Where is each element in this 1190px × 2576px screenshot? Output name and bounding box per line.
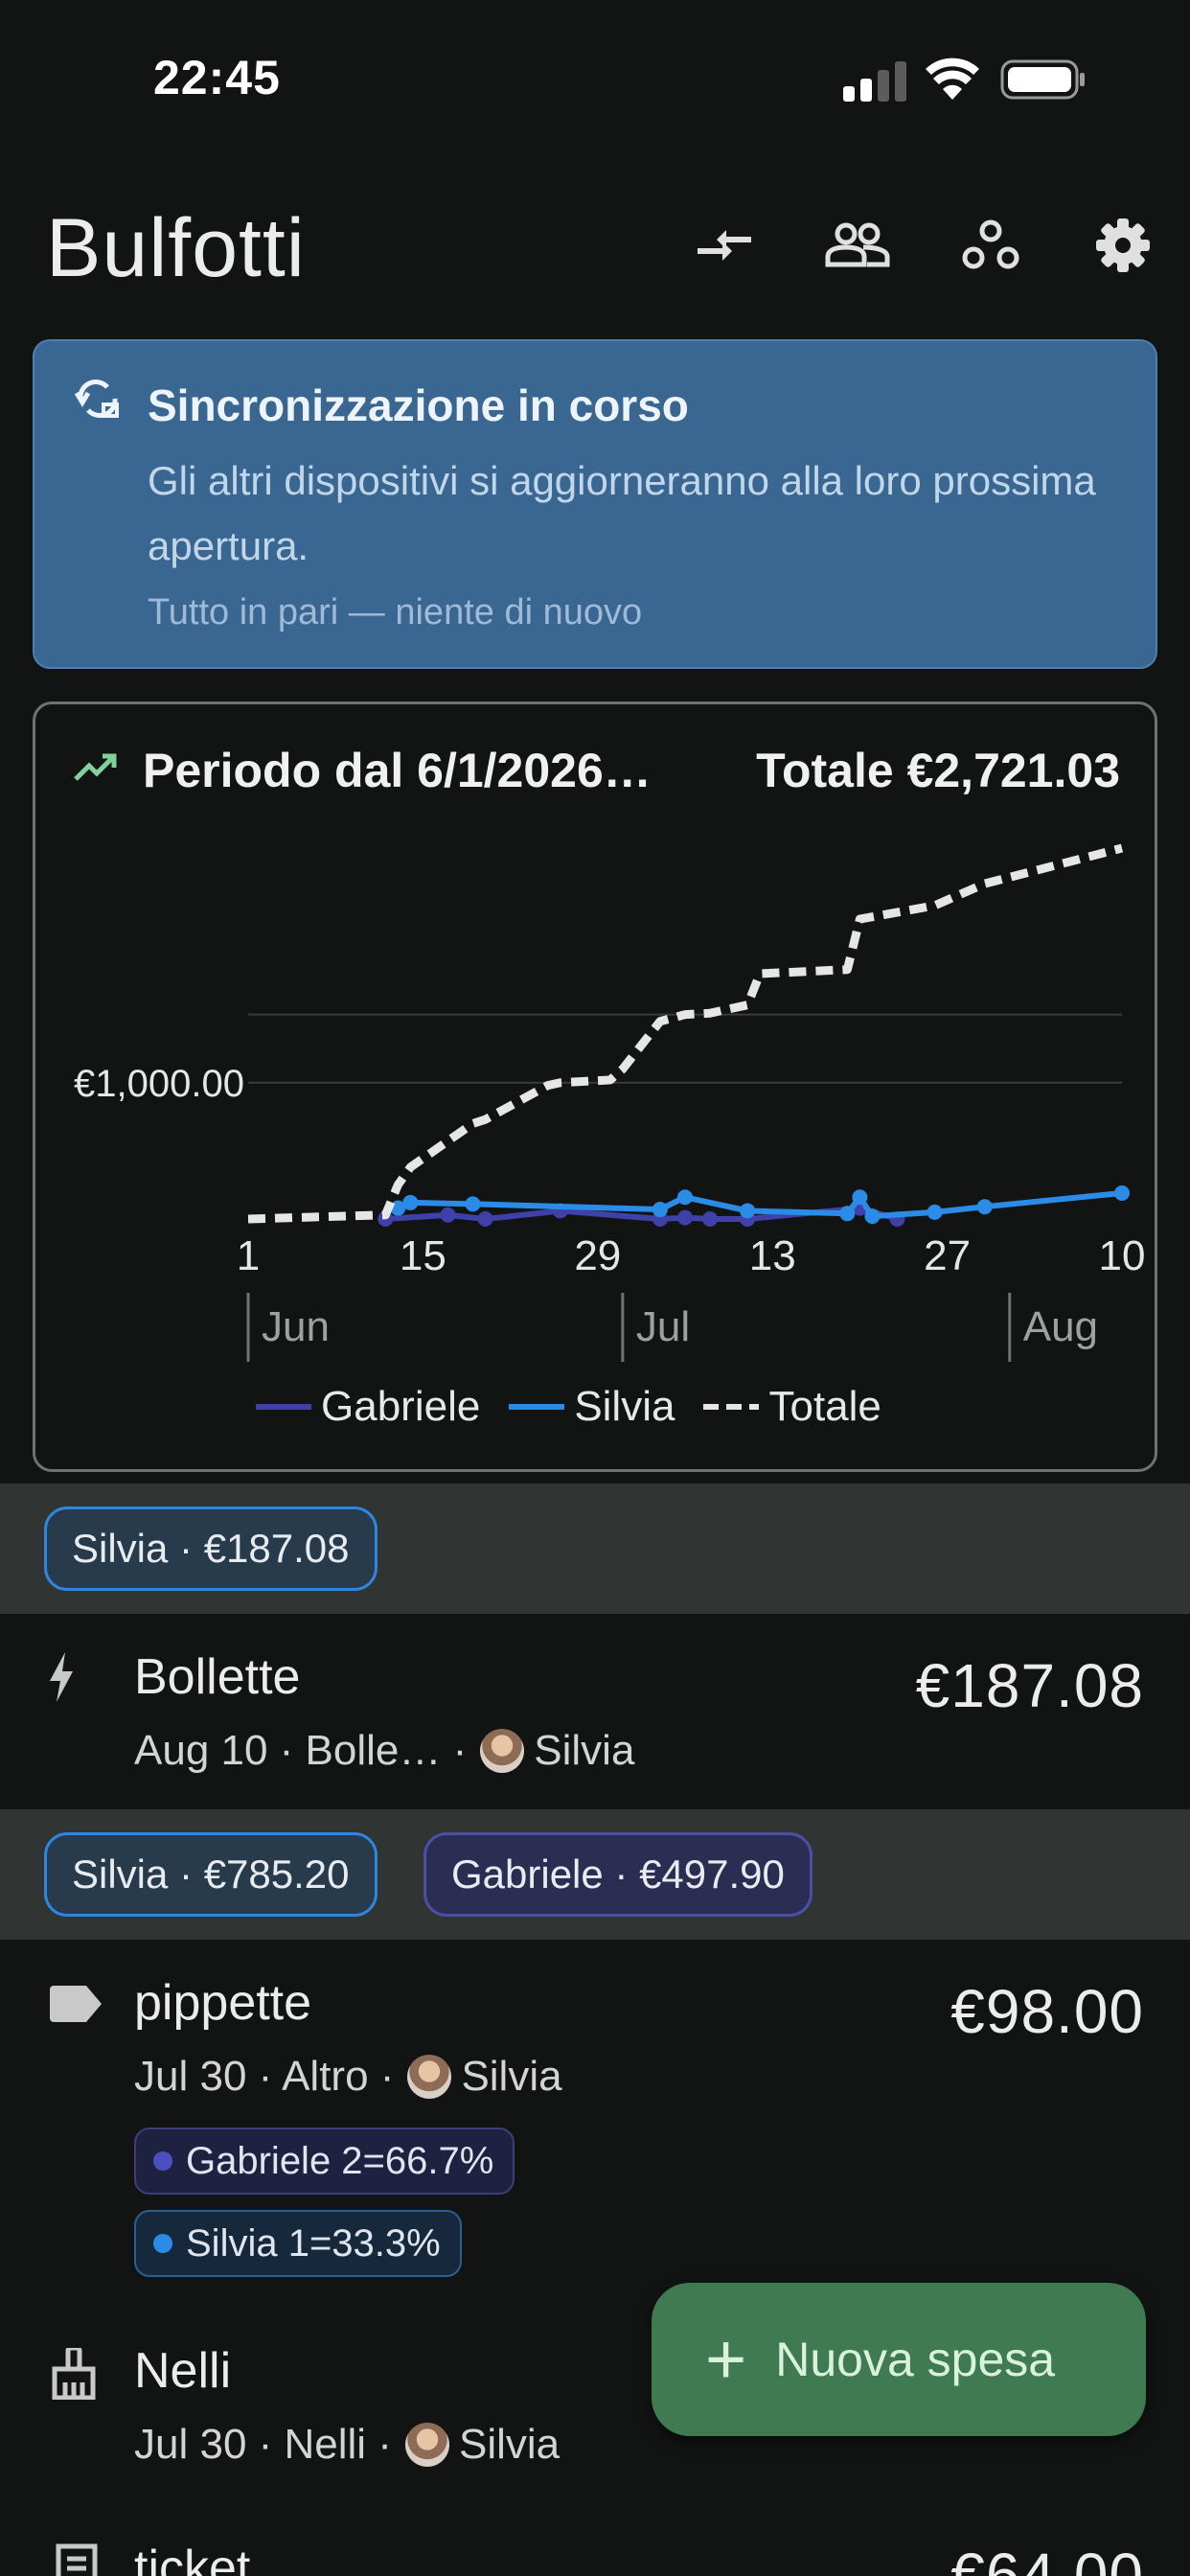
avatar (407, 2055, 452, 2099)
wifi-icon (926, 58, 979, 100)
avatar (404, 2423, 449, 2467)
payer-chip-silvia[interactable]: Silvia · €785.20 (44, 1832, 378, 1917)
data-point-silvia (864, 1208, 881, 1225)
trending-up-icon (74, 753, 117, 781)
app-header: Bulfotti (0, 182, 1190, 307)
data-point-silvia (740, 1203, 756, 1219)
expense-name: ticket (134, 2541, 251, 2576)
spending-line-chart: €1,000.00 1 15 29 13 27 10 Jun Jul Aug (74, 843, 1146, 1362)
data-point-silvia (927, 1204, 943, 1220)
new-expense-button[interactable]: + Nuova spesa (652, 2283, 1146, 2436)
sync-description: Gli altri dispositivi si aggiorneranno a… (148, 458, 1096, 568)
signal-icon (843, 61, 906, 102)
x-tick-label: 13 (749, 1232, 796, 1279)
avatar (480, 1729, 525, 1773)
legend-item-gabriele: Gabriele (256, 1383, 480, 1431)
sync-banner: Sincronizzazione in corso Gli altri disp… (33, 339, 1157, 669)
data-point-gabriele (477, 1211, 493, 1227)
data-point-gabriele (440, 1207, 456, 1223)
legend-item-totale: Totale (703, 1383, 881, 1431)
y-tick-label: €1,000.00 (74, 1063, 244, 1105)
x-tick-label: 29 (574, 1232, 621, 1279)
expense-row[interactable]: ticket €64.00 (0, 2501, 1190, 2576)
data-point-silvia (465, 1196, 481, 1212)
series-line-silvia (397, 1189, 1123, 1220)
battery-icon (1000, 59, 1085, 100)
data-point-silvia (839, 1206, 856, 1222)
receipt-icon (56, 2543, 98, 2576)
expense-amount: €64.00 (950, 2541, 1144, 2576)
payer-chip-gabriele[interactable]: Gabriele · €497.90 (423, 1832, 812, 1917)
x-tick-label: 10 (1099, 1232, 1146, 1279)
expense-meta: Jul 30 · Nelli · Silvia (134, 2421, 561, 2468)
data-point-silvia (652, 1202, 668, 1218)
month-label: Aug (1023, 1303, 1098, 1350)
x-tick-label: 27 (924, 1232, 971, 1279)
expense-name: Bollette (134, 1649, 301, 1705)
group-icon[interactable] (821, 209, 894, 282)
split-chip-gabriele: Gabriele 2=66.7% (134, 2128, 515, 2195)
chart-period-title: Periodo dal 6/1/2026… (143, 744, 652, 797)
status-bar: 22:45 (0, 0, 1190, 163)
sync-icon (75, 380, 119, 418)
x-tick-label: 15 (400, 1232, 446, 1279)
page-title: Bulfotti (46, 202, 306, 294)
expense-amount: €187.08 (915, 1651, 1144, 1720)
expense-amount: €98.00 (950, 1977, 1144, 2046)
data-point-silvia (1114, 1184, 1130, 1201)
data-point-gabriele (677, 1209, 693, 1226)
expense-meta: Jul 30 · Altro · Silvia (134, 2053, 562, 2100)
broom-icon (52, 2348, 96, 2400)
data-point-silvia (976, 1199, 993, 1215)
data-point-gabriele (702, 1211, 719, 1227)
bubbles-icon[interactable] (954, 209, 1027, 282)
expense-name: pippette (134, 1975, 312, 2031)
gear-icon[interactable] (1087, 209, 1159, 282)
data-point-silvia (402, 1194, 419, 1210)
sync-title: Sincronizzazione in corso (148, 380, 689, 430)
payer-name: Silvia (458, 2421, 561, 2468)
expense-name: Nelli (134, 2343, 232, 2399)
label-icon (50, 1986, 102, 2022)
status-time: 22:45 (153, 51, 281, 104)
split-chip-silvia: Silvia 1=33.3% (134, 2210, 462, 2277)
data-point-silvia (852, 1189, 868, 1206)
spending-chart-card: €1,000.00 1 15 29 13 27 10 Jun Jul Aug Periodo da… (33, 702, 1157, 1472)
x-tick-label: 1 (237, 1232, 260, 1279)
bolt-icon (50, 1652, 73, 1702)
chart-legend: Gabriele Silvia Totale (256, 1383, 910, 1431)
expense-row[interactable]: Bollette €187.08 Aug 10 · Bolle… · Silvia (0, 1616, 1190, 1807)
month-label: Jul (636, 1303, 690, 1350)
expense-row[interactable]: pippette €98.00 Jul 30 · Altro · Silvia G… (0, 1942, 1190, 2296)
new-expense-label: Nuova spesa (775, 2333, 1056, 2386)
payer-summary-bar: Silvia · €785.20 Gabriele · €497.90 (0, 1809, 1190, 1940)
compare-arrows-icon[interactable] (688, 209, 761, 282)
plus-icon: + (705, 2319, 747, 2399)
data-point-silvia (677, 1189, 693, 1206)
payer-summary-bar: Silvia · €187.08 (0, 1484, 1190, 1614)
payer-chip-silvia[interactable]: Silvia · €187.08 (44, 1506, 378, 1591)
chart-total: Totale €2,721.03 (756, 744, 1120, 797)
series-line-totale (247, 843, 1124, 1224)
expense-meta: Aug 10 · Bolle… · Silvia (134, 1727, 635, 1774)
sync-status: Tutto in pari — niente di nuovo (148, 592, 643, 632)
payer-name: Silvia (534, 1727, 635, 1774)
legend-item-silvia: Silvia (509, 1383, 675, 1431)
payer-name: Silvia (461, 2053, 562, 2100)
month-label: Jun (262, 1303, 330, 1350)
